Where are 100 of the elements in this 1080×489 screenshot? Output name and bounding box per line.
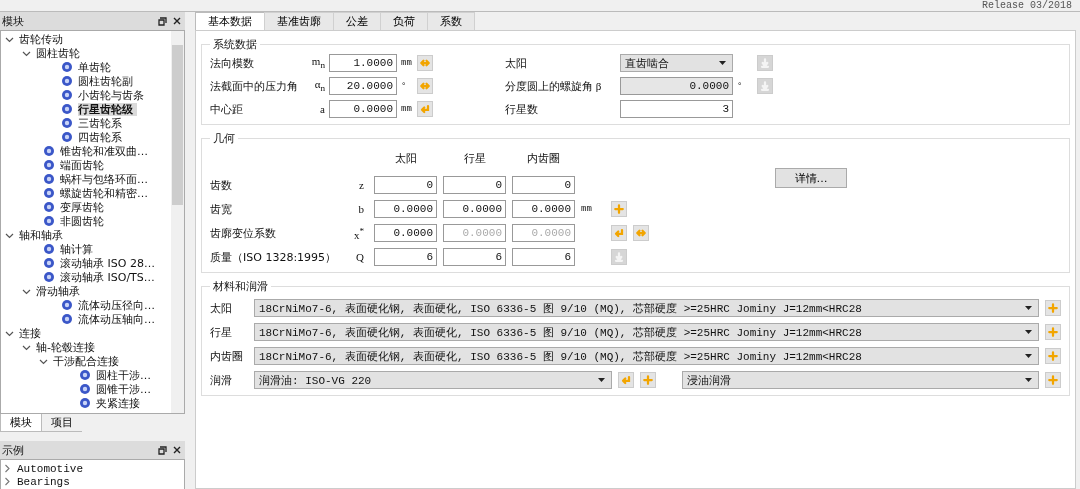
input-field[interactable]: 0.0000 (374, 200, 437, 218)
plus-button[interactable] (1045, 372, 1061, 388)
gear-icon (43, 257, 55, 269)
return-button[interactable] (417, 101, 433, 117)
input-field[interactable]: 6 (512, 248, 575, 266)
double-arrow-icon (635, 227, 647, 239)
tree-item[interactable]: 齿轮传动 (19, 32, 67, 46)
gear-icon (61, 117, 73, 129)
scrollbar[interactable] (171, 31, 184, 413)
plus-button[interactable] (639, 372, 656, 388)
tree-item[interactable]: 滚动轴承 ISO/TS… (60, 270, 159, 284)
tree-item[interactable]: 滑动轴承 (36, 284, 84, 298)
gear-icon (43, 201, 55, 213)
caret-icon (597, 378, 605, 382)
tree-item[interactable]: 轴-轮毂连接 (36, 340, 99, 354)
tab[interactable]: 系数 (427, 12, 475, 30)
input-field[interactable]: 0.0000 (374, 224, 437, 242)
dropdown[interactable]: 18CrNiMo7-6, 表面硬化钢, 表面硬化, ISO 6336-5 图 9/10 (MQ), 芯部硬度 >=25HRC Jominy J=12mm<HRC28 (254, 299, 1039, 317)
tab[interactable]: 负荷 (380, 12, 428, 30)
close-icon[interactable] (173, 446, 181, 454)
panel-tab[interactable]: 模块 (0, 414, 42, 432)
tab[interactable]: 基本数据 (195, 12, 265, 30)
float-icon[interactable] (158, 445, 167, 455)
input-field[interactable]: 1.0000 (329, 54, 397, 72)
field-label: 齿廓变位系数 (210, 225, 277, 241)
plus-icon (1047, 326, 1059, 338)
tree-item[interactable]: 锥齿轮和准双曲… (60, 144, 152, 158)
input-field[interactable]: 20.0000 (329, 77, 397, 95)
tree-item[interactable]: 流体动压轴向… (78, 312, 159, 326)
unit-label: mm (581, 204, 593, 214)
swap-button[interactable] (417, 78, 433, 94)
tree-item[interactable]: 轴计算 (60, 242, 97, 256)
return-arrow-icon (619, 374, 632, 386)
swap-button[interactable] (417, 55, 433, 71)
tab[interactable]: 基准齿廓 (264, 12, 334, 30)
dropdown[interactable]: 润滑油: ISO-VG 220 (254, 371, 612, 389)
input-field[interactable]: 0.0000 (329, 100, 397, 118)
gear-icon (61, 131, 73, 143)
tree-item[interactable]: 蜗杆与包络环面… (60, 172, 152, 186)
tree-item[interactable]: 圆锥干涉… (96, 382, 155, 396)
return-button[interactable] (611, 225, 627, 241)
tree-item[interactable]: 变厚齿轮 (60, 200, 108, 214)
tree-item[interactable]: 四齿轮系 (78, 130, 126, 144)
example-item[interactable]: Automotive (17, 462, 83, 475)
tree-item[interactable]: 圆柱齿轮 (36, 46, 84, 60)
double-arrow-icon (419, 80, 431, 92)
input-field[interactable]: 6 (374, 248, 437, 266)
tree-item[interactable]: 螺旋齿轮和精密… (60, 186, 152, 200)
gear-icon (43, 271, 55, 283)
example-item[interactable]: Bearings (17, 475, 70, 488)
input-field[interactable]: 3 (620, 100, 733, 118)
dropdown[interactable]: 直齿啮合 (620, 54, 733, 72)
column-header: 太阳 (393, 151, 418, 167)
dropdown[interactable]: 浸油润滑 (681, 371, 1039, 389)
gear-icon (61, 75, 73, 87)
input-field[interactable]: 0 (374, 176, 437, 194)
field-label: 行星 (210, 324, 233, 340)
caret-icon (719, 61, 726, 65)
dropdown[interactable]: 18CrNiMo7-6, 表面硬化钢, 表面硬化, ISO 6336-5 图 9/10 (MQ), 芯部硬度 >=25HRC Jominy J=12mm<HRC28 (254, 323, 1039, 341)
plus-button[interactable] (1045, 348, 1061, 364)
gear-icon (43, 145, 55, 157)
input-field[interactable]: 0 (443, 176, 506, 194)
input-field[interactable]: 0.0000 (512, 200, 575, 218)
tree-item[interactable]: 圆柱干涉… (96, 368, 155, 382)
tree-item[interactable]: 行星齿轮级 (78, 102, 137, 116)
tree-item[interactable]: 轴和轴承 (19, 228, 67, 242)
field-label: 行星数 (505, 101, 539, 117)
input-field[interactable]: 6 (443, 248, 506, 266)
tree-item[interactable]: 小齿轮与齿条 (78, 88, 148, 102)
tree-item[interactable]: 夹紧连接 (96, 396, 144, 410)
dropdown[interactable]: 18CrNiMo7-6, 表面硬化钢, 表面硬化, ISO 6336-5 图 9/10 (MQ), 芯部硬度 >=25HRC Jominy J=12mm<HRC28 (254, 347, 1039, 365)
swap-button[interactable] (633, 225, 649, 241)
panel-tab[interactable]: 项目 (42, 414, 82, 432)
gear-icon (43, 187, 55, 199)
close-icon[interactable] (173, 17, 181, 25)
tree-item[interactable]: 流体动压径向… (78, 298, 159, 312)
tree-item[interactable]: 单齿轮 (78, 60, 115, 74)
tree-item[interactable]: 三齿轮系 (78, 116, 126, 130)
gear-icon (43, 173, 55, 185)
float-icon[interactable] (158, 16, 167, 26)
release-label: Release 03/2018 (982, 0, 1072, 11)
plus-button[interactable] (611, 201, 627, 217)
caret-icon (1025, 378, 1032, 382)
field-label: 法向模数 (210, 55, 255, 71)
tree-item[interactable]: 滚动轴承 ISO 28… (60, 256, 159, 270)
tree-item[interactable]: 连接 (19, 326, 45, 340)
return-arrow-icon (613, 227, 625, 239)
input-field[interactable]: 0 (512, 176, 575, 194)
details-button[interactable]: 详情… (775, 168, 847, 188)
symbol-label: z (358, 179, 365, 191)
plus-button[interactable] (1045, 300, 1061, 316)
tree-item[interactable]: 非圆齿轮 (60, 214, 108, 228)
tree-item[interactable]: 端面齿轮 (60, 158, 108, 172)
input-field[interactable]: 0.0000 (443, 200, 506, 218)
gear-icon (61, 89, 73, 101)
tab[interactable]: 公差 (333, 12, 381, 30)
tree-item[interactable]: 干涉配合连接 (53, 354, 123, 368)
plus-button[interactable] (1045, 324, 1061, 340)
return-button[interactable] (617, 372, 634, 388)
tree-item[interactable]: 圆柱齿轮副 (78, 74, 137, 88)
